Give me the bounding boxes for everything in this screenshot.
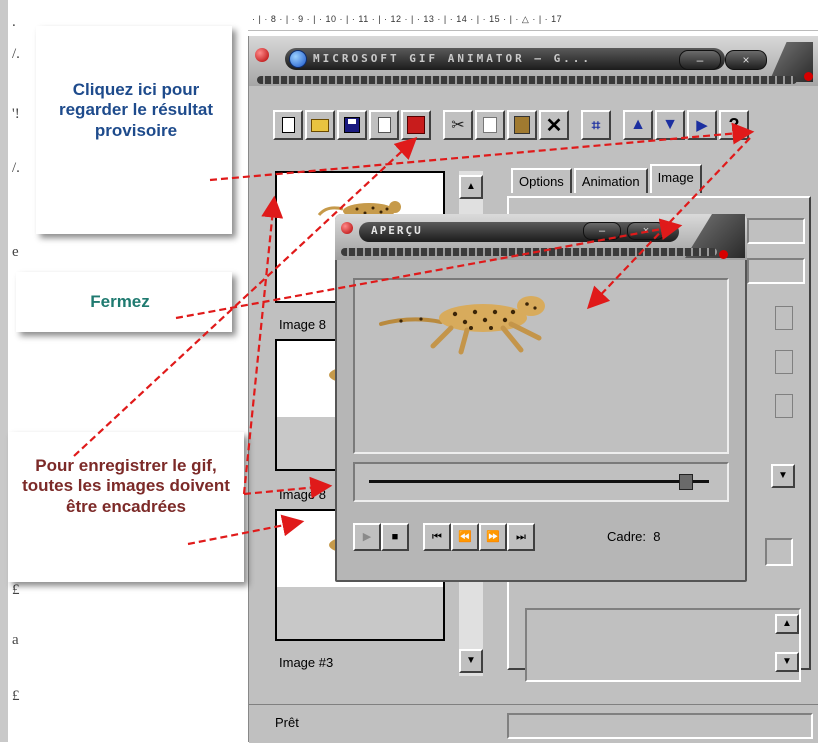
scissors-icon: ✂: [451, 117, 465, 134]
main-toolbar: ✂ ✕ ⌗ ▲ ▼ ▶ ?: [273, 110, 751, 144]
document-text-fragment: a: [12, 632, 19, 648]
scroll-down-button[interactable]: ▼: [459, 649, 483, 673]
preview-window-menu-icon[interactable]: [341, 222, 353, 234]
play-button[interactable]: ▶: [353, 523, 381, 551]
close-hint-text: Fermez: [90, 292, 150, 311]
first-frame-button[interactable]: ⏮: [423, 523, 451, 551]
document-text-fragment: /.: [12, 46, 20, 62]
insert-file-icon: [377, 117, 391, 133]
document-left-margin-bar: [0, 0, 8, 742]
comment-scroll-up[interactable]: ▲: [775, 614, 799, 634]
window-menu-icon[interactable]: [255, 48, 269, 62]
stop-button[interactable]: ■: [381, 523, 409, 551]
frame-slider[interactable]: [353, 462, 729, 502]
insert-button[interactable]: [369, 110, 399, 140]
comment-textarea[interactable]: ▲ ▼: [525, 608, 801, 682]
open-folder-icon: [311, 118, 329, 132]
transparent-color-swatch[interactable]: [765, 538, 793, 566]
move-up-button[interactable]: ▲: [623, 110, 653, 140]
previous-frame-button[interactable]: ⏪: [451, 523, 479, 551]
main-title-bar[interactable]: MICROSOFT GIF ANIMATOR – G... – ×: [249, 36, 818, 86]
delete-button[interactable]: ✕: [539, 110, 569, 140]
paste-clipboard-icon: [514, 116, 530, 134]
copy-button[interactable]: [475, 110, 505, 140]
cut-button[interactable]: ✂: [443, 110, 473, 140]
paste-button[interactable]: [507, 110, 537, 140]
help-question-icon: ?: [728, 114, 740, 135]
status-bar: Prêt: [249, 704, 818, 743]
width-field[interactable]: [747, 218, 805, 244]
frame-label: Image 8: [279, 487, 326, 502]
preview-dash-strip: [341, 248, 717, 256]
document-text-fragment: £: [12, 688, 20, 704]
frame-counter: Cadre: 8: [607, 529, 661, 544]
cheetah-image: [379, 296, 545, 355]
preview-title: APERÇU: [371, 224, 423, 237]
frame-label: Image 8: [279, 317, 326, 332]
save-button[interactable]: [337, 110, 367, 140]
last-frame-button[interactable]: ⏭: [507, 523, 535, 551]
close-button[interactable]: ×: [725, 50, 767, 70]
tab-animation[interactable]: Animation: [573, 168, 648, 193]
document-text-fragment: £: [12, 582, 20, 598]
status-progress-box: [507, 713, 813, 739]
delete-x-icon: ✕: [545, 114, 563, 137]
move-down-button[interactable]: ▼: [655, 110, 685, 140]
skin-dash-strip: [257, 76, 797, 84]
document-text-fragment: .: [12, 14, 16, 30]
help-button[interactable]: ?: [719, 110, 749, 140]
horizontal-ruler[interactable]: · | · 8 · | · 9 · | · 10 · | · 11 · | · …: [248, 8, 818, 31]
new-file-icon: [281, 117, 295, 133]
left-spinner[interactable]: [775, 306, 793, 330]
minimize-button[interactable]: –: [679, 50, 721, 70]
arrow-down-icon: ▼: [662, 116, 678, 133]
new-button[interactable]: [273, 110, 303, 140]
properties-tabs: Options Animation Image: [511, 164, 704, 193]
ruler-scale: · | · 8 · | · 9 · | · 10 · | · 11 · | · …: [252, 14, 563, 24]
copy-icon: [483, 117, 497, 133]
tab-options[interactable]: Options: [511, 168, 572, 193]
document-text-fragment: /.: [12, 160, 20, 176]
next-frame-button[interactable]: ⏩: [479, 523, 507, 551]
preview-close-button[interactable]: ×: [627, 222, 665, 240]
document-text-fragment: e: [12, 244, 19, 260]
save-disk-icon: [344, 117, 360, 133]
preview-status-dot-icon: [719, 250, 728, 259]
preview-button[interactable]: ▶: [687, 110, 717, 140]
preview-window: APERÇU – × ▶ ■ ⏮ ⏪ ⏩ ⏭ Cadre: 8: [335, 214, 747, 582]
duration-spinner[interactable]: [775, 394, 793, 418]
slider-thumb[interactable]: [679, 474, 694, 490]
arrow-up-icon: ▲: [630, 116, 646, 133]
insert-images-icon: [407, 116, 425, 134]
document-text-fragment: '!: [12, 106, 20, 122]
height-field[interactable]: [747, 258, 805, 284]
frame-label: Image #3: [279, 655, 334, 670]
preview-hint-text: Cliquez ici pour regarder le résultat pr…: [58, 80, 213, 140]
skin-status-dot-icon: [804, 72, 813, 81]
frame-counter-value: 8: [653, 529, 661, 544]
open-button[interactable]: [305, 110, 335, 140]
preview-minimize-button[interactable]: –: [583, 222, 621, 240]
select-all-button[interactable]: ⌗: [581, 110, 611, 140]
status-text: Prêt: [275, 715, 299, 730]
playback-controls: ▶ ■ ⏮ ⏪ ⏩ ⏭: [353, 522, 535, 552]
top-spinner[interactable]: [775, 350, 793, 374]
preview-canvas: [353, 278, 729, 454]
comment-scroll-down[interactable]: ▼: [775, 652, 799, 672]
frames-hint-text: Pour enregistrer le gif, toutes les imag…: [22, 456, 230, 516]
app-globe-icon: [289, 50, 307, 68]
frame-gray-band: [277, 587, 443, 639]
insert-images-button[interactable]: [401, 110, 431, 140]
select-all-icon: ⌗: [591, 116, 601, 134]
frame-counter-label: Cadre:: [607, 529, 647, 544]
preview-title-bar[interactable]: APERÇU – ×: [335, 214, 747, 260]
play-preview-icon: ▶: [696, 117, 708, 134]
tab-image[interactable]: Image: [649, 164, 702, 193]
undraw-method-dropdown[interactable]: ▼: [771, 464, 795, 488]
window-title: MICROSOFT GIF ANIMATOR – G...: [313, 52, 593, 65]
scroll-up-button[interactable]: ▲: [459, 175, 483, 199]
slider-track: [369, 480, 709, 483]
